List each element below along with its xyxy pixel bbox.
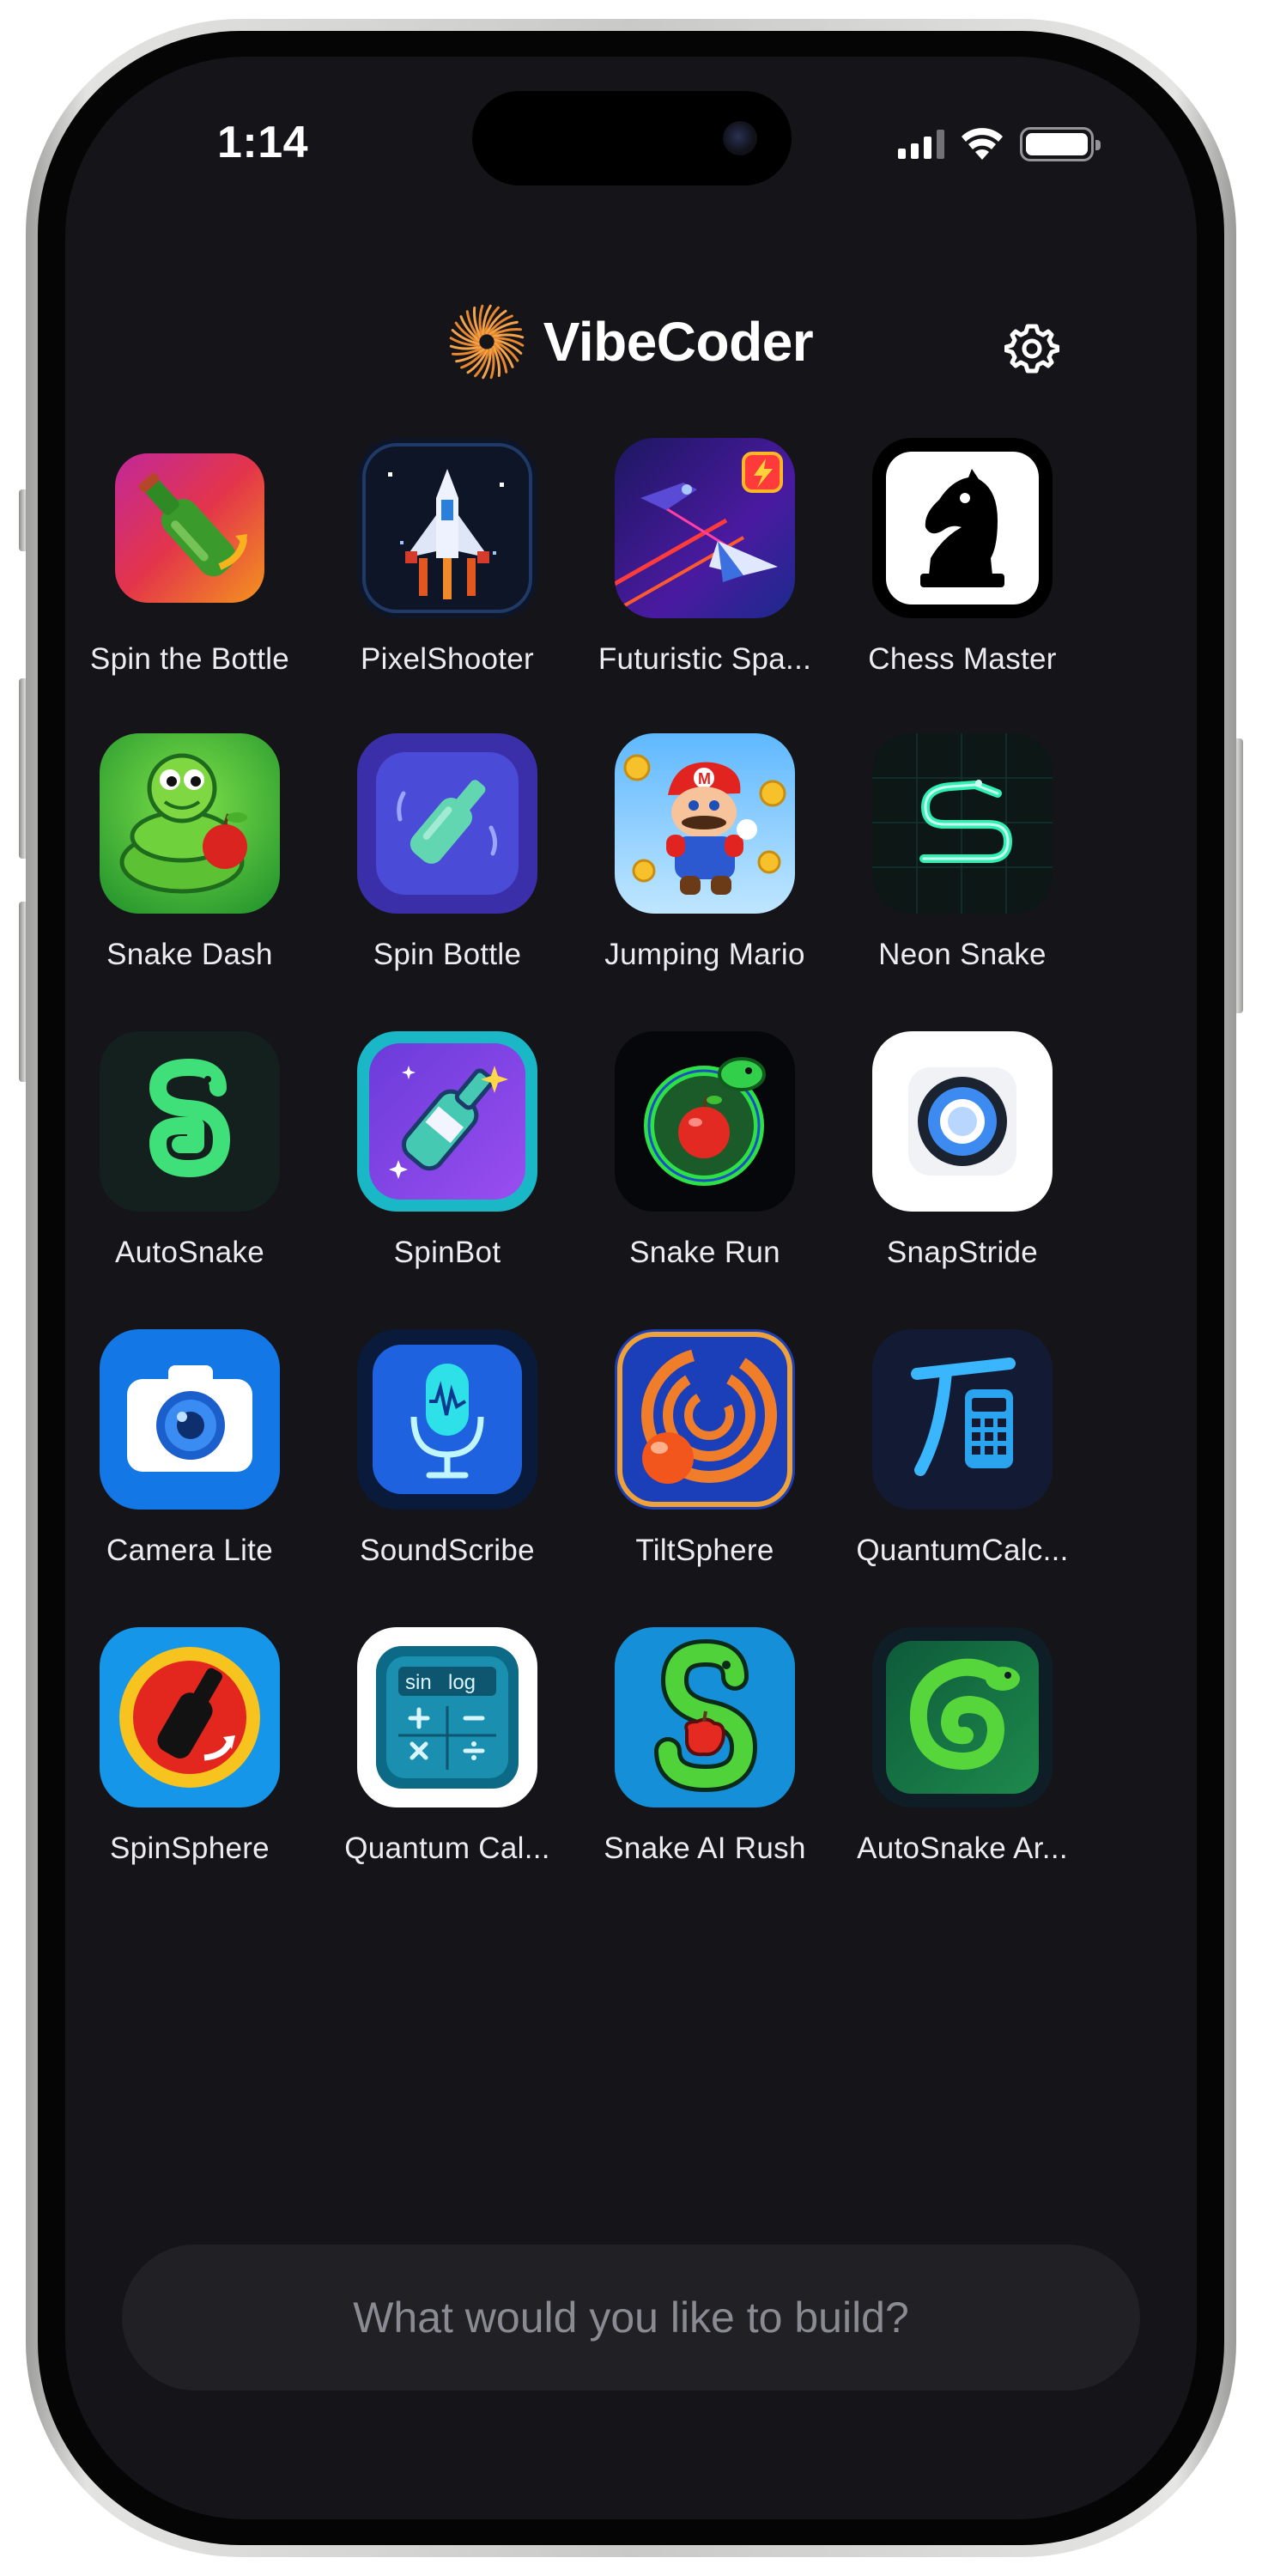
screen: 1:14 VibeCoder Spin the Bottle PixelShoo… bbox=[65, 57, 1197, 2519]
svg-text:log: log bbox=[448, 1671, 476, 1694]
camera-lens-icon bbox=[872, 1031, 1053, 1212]
app-snapstride[interactable]: SnapStride bbox=[838, 1031, 1087, 1289]
pixel-spaceship-icon bbox=[357, 438, 537, 618]
app-label: SnapStride bbox=[886, 1236, 1039, 1269]
microphone-icon bbox=[357, 1329, 537, 1510]
cartoon-snake-apple-icon bbox=[100, 733, 280, 914]
app-spin-bottle[interactable]: Spin Bottle bbox=[323, 733, 572, 991]
app-label: Quantum Cal... bbox=[344, 1832, 550, 1865]
app-label: SpinSphere bbox=[110, 1832, 270, 1865]
app-neon-snake[interactable]: Neon Snake bbox=[838, 733, 1087, 991]
svg-text:M: M bbox=[698, 770, 711, 787]
snake-apple-icon bbox=[615, 1627, 795, 1807]
spiral-snake-icon bbox=[872, 1627, 1053, 1807]
bottle-circle-icon bbox=[100, 1627, 280, 1807]
svg-text:sin: sin bbox=[405, 1671, 432, 1694]
app-snake-ai-rush[interactable]: Snake AI Rush bbox=[580, 1627, 829, 1885]
app-label: Jumping Mario bbox=[604, 938, 805, 971]
bottle-icon bbox=[357, 733, 537, 914]
app-label: Snake Run bbox=[629, 1236, 780, 1269]
app-tiltsphere[interactable]: TiltSphere bbox=[580, 1329, 829, 1587]
app-jumping-mario[interactable]: M Jumping Mario bbox=[580, 733, 829, 991]
app-spinbot[interactable]: SpinBot bbox=[323, 1031, 572, 1289]
app-autosnake[interactable]: AutoSnake bbox=[65, 1031, 314, 1289]
app-spinsphere[interactable]: SpinSphere bbox=[65, 1627, 314, 1885]
build-prompt-input[interactable] bbox=[122, 2245, 1140, 2391]
app-label: Spin the Bottle bbox=[89, 642, 290, 676]
pi-calculator-icon bbox=[872, 1329, 1053, 1510]
app-label: Futuristic Spa... bbox=[598, 642, 812, 676]
mario-character-icon: M bbox=[615, 733, 795, 914]
neon-snake-icon bbox=[872, 733, 1053, 914]
app-soundscribe[interactable]: SoundScribe bbox=[323, 1329, 572, 1587]
app-label: QuantumCalc... bbox=[856, 1534, 1069, 1567]
app-label: SpinBot bbox=[393, 1236, 501, 1269]
app-autosnake-arena[interactable]: AutoSnake Ar... bbox=[838, 1627, 1087, 1885]
app-label: Camera Lite bbox=[106, 1534, 273, 1567]
snake-apple-ring-icon bbox=[615, 1031, 795, 1212]
app-label: AutoSnake bbox=[115, 1236, 264, 1269]
app-futuristic-space[interactable]: Futuristic Spa... bbox=[580, 438, 829, 696]
app-spin-the-bottle[interactable]: Spin the Bottle bbox=[65, 438, 314, 696]
app-quantum-calculator[interactable]: sin log Quantum Cal... bbox=[323, 1627, 572, 1885]
camera-icon bbox=[100, 1329, 280, 1510]
app-label: PixelShooter bbox=[360, 642, 535, 676]
app-quantumcalc[interactable]: QuantumCalc... bbox=[838, 1329, 1087, 1587]
space-fighter-icon bbox=[615, 438, 795, 618]
green-snake-icon bbox=[100, 1031, 280, 1212]
app-label: Snake Dash bbox=[106, 938, 273, 971]
scientific-calculator-icon: sin log bbox=[357, 1627, 537, 1807]
app-snake-dash[interactable]: Snake Dash bbox=[65, 733, 314, 991]
app-camera-lite[interactable]: Camera Lite bbox=[65, 1329, 314, 1587]
maze-ball-icon bbox=[615, 1329, 795, 1510]
app-grid: Spin the Bottle PixelShooter Futuristic … bbox=[65, 57, 1197, 1946]
app-pixelshooter[interactable]: PixelShooter bbox=[323, 438, 572, 696]
app-label: TiltSphere bbox=[635, 1534, 774, 1567]
app-label: Spin Bottle bbox=[373, 938, 522, 971]
app-label: Neon Snake bbox=[878, 938, 1047, 971]
app-label: SoundScribe bbox=[360, 1534, 535, 1567]
app-label: Chess Master bbox=[868, 642, 1057, 676]
app-snake-run[interactable]: Snake Run bbox=[580, 1031, 829, 1289]
app-label: AutoSnake Ar... bbox=[857, 1832, 1068, 1865]
chess-knight-icon bbox=[872, 438, 1053, 618]
app-label: Snake AI Rush bbox=[604, 1832, 806, 1865]
build-prompt-bar[interactable] bbox=[122, 2245, 1140, 2391]
sparkle-bottle-icon bbox=[357, 1031, 537, 1212]
app-chess-master[interactable]: Chess Master bbox=[838, 438, 1087, 696]
bottle-spin-icon bbox=[100, 438, 280, 618]
